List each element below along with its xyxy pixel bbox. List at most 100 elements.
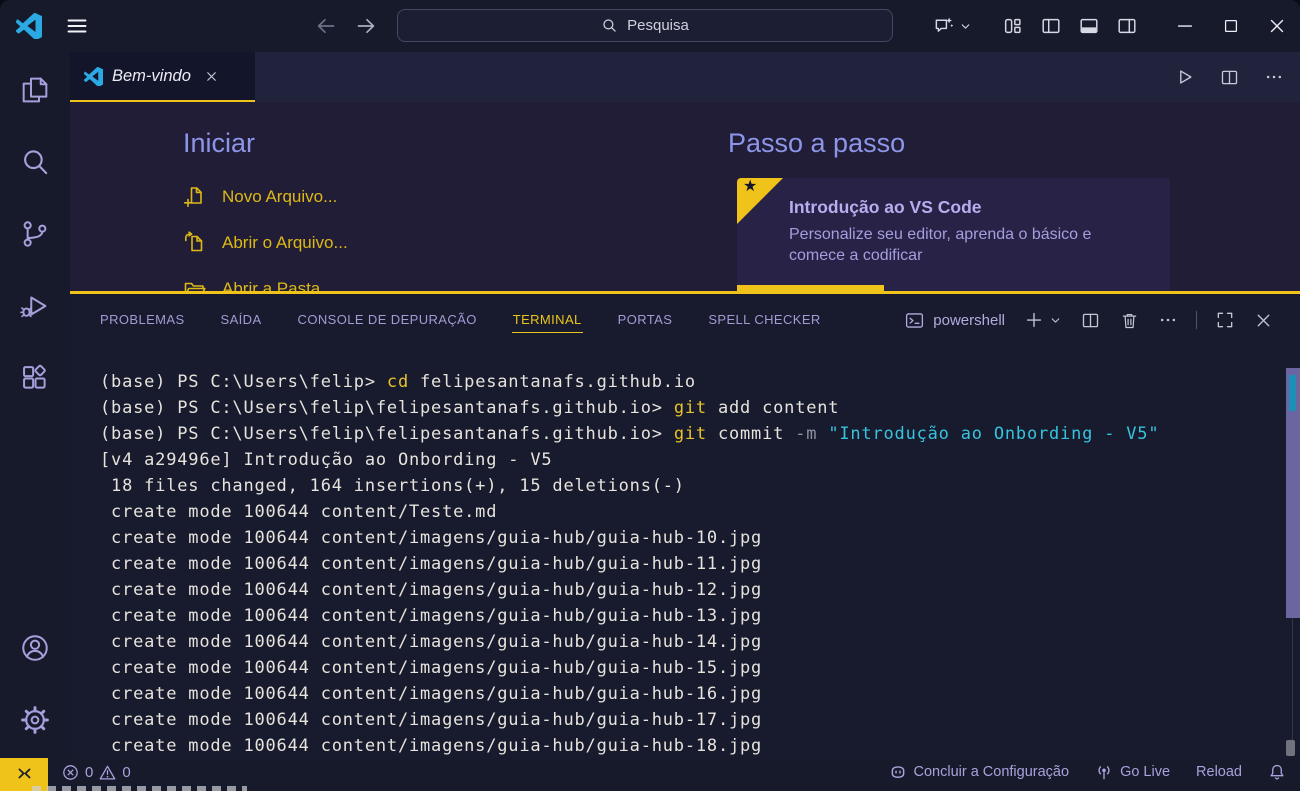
clipped-overflow-row (32, 786, 247, 791)
status-item-concluir-a-configura-o[interactable]: Concluir a Configuração (889, 763, 1070, 781)
editor-more-actions-button[interactable] (1264, 67, 1284, 87)
terminal-line: [v4 a29496e] Introdução ao Onbording - V… (70, 447, 1300, 473)
walkthrough-card[interactable]: Introdução ao VS Code Personalize seu ed… (737, 178, 1170, 291)
welcome-page: Iniciar Novo Arquivo... Abrir o Arquivo..… (70, 102, 1300, 291)
terminal-line: (base) PS C:\Users\felip> cd felipesanta… (70, 369, 1300, 395)
terminal-line: create mode 100644 content/imagens/guia-… (70, 603, 1300, 629)
title-bar: Pesquisa (0, 0, 1300, 52)
tab-close-icon[interactable] (204, 69, 219, 84)
menu-icon[interactable] (64, 14, 90, 38)
error-icon (62, 764, 79, 781)
terminal-line: create mode 100644 content/imagens/guia-… (70, 525, 1300, 551)
bottom-panel: PROBLEMAS SAÍDA CONSOLE DE DEPURAÇÃO TERMIN… (70, 294, 1300, 758)
extensions-icon[interactable] (19, 362, 51, 394)
new-terminal-button[interactable] (1023, 309, 1045, 331)
settings-gear-icon[interactable] (19, 704, 51, 736)
maximize-panel-button[interactable] (1215, 310, 1235, 330)
terminal-command-decoration-mark (1289, 375, 1296, 411)
start-link-label: Abrir o Arquivo... (222, 233, 348, 253)
scrollbar-end-thumb[interactable] (1286, 740, 1295, 756)
terminal-line: create mode 100644 content/imagens/guia-… (70, 629, 1300, 655)
status-item-go-live[interactable]: Go Live (1095, 763, 1170, 781)
status-item-notifications[interactable] (1268, 763, 1286, 781)
toggle-primary-sidebar-button[interactable] (1040, 15, 1062, 37)
activity-bar (0, 52, 70, 758)
status-item-label: Concluir a Configuração (914, 764, 1070, 780)
panel-tab-terminal[interactable]: TERMINAL (512, 307, 583, 333)
panel-tab-portas[interactable]: PORTAS (617, 307, 674, 333)
copilot-button[interactable] (933, 15, 972, 38)
terminal-line: (base) PS C:\Users\felip\felipesantanafs… (70, 395, 1300, 421)
vscode-logo-icon (84, 67, 103, 86)
broadcast-icon (1095, 763, 1113, 781)
search-view-icon[interactable] (19, 146, 51, 178)
tab-label: Bem-vindo (112, 67, 191, 86)
close-button[interactable] (1254, 0, 1300, 52)
problems-status[interactable]: 0 0 (62, 758, 131, 786)
start-link-novo-arquivo[interactable]: Novo Arquivo... (183, 174, 348, 220)
shell-label: powershell (933, 312, 1005, 329)
terminal-line: create mode 100644 content/imagens/guia-… (70, 681, 1300, 707)
open-folder-icon (183, 277, 207, 291)
run-button[interactable] (1173, 66, 1195, 88)
terminal-icon (904, 310, 925, 331)
explorer-icon[interactable] (19, 74, 51, 106)
panel-tab-problemas[interactable]: PROBLEMAS (99, 307, 186, 333)
terminal-output[interactable]: (base) PS C:\Users\felip> cd felipesanta… (70, 346, 1300, 758)
terminal-line: (base) PS C:\Users\felip\felipesantanafs… (70, 421, 1300, 447)
bell-icon (1268, 763, 1286, 781)
close-panel-button[interactable] (1253, 310, 1274, 331)
terminal-shell-indicator[interactable]: powershell (904, 310, 1005, 331)
terminal-line: create mode 100644 content/imagens/guia-… (70, 577, 1300, 603)
tab-bem-vindo[interactable]: Bem-vindo (70, 52, 255, 102)
terminal-line: create mode 100644 content/imagens/guia-… (70, 655, 1300, 681)
status-right-items: Concluir a Configuração Go Live Reload (889, 758, 1300, 786)
search-placeholder: Pesquisa (627, 17, 689, 34)
error-count: 0 (85, 764, 93, 781)
account-icon[interactable] (19, 632, 51, 664)
maximize-button[interactable] (1208, 0, 1254, 52)
search-icon (601, 17, 618, 34)
chevron-down-icon (959, 20, 972, 33)
toggle-secondary-sidebar-button[interactable] (1116, 15, 1138, 37)
status-item-reload[interactable]: Reload (1196, 764, 1242, 780)
panel-tab-spell-checker[interactable]: SPELL CHECKER (707, 307, 821, 333)
start-links: Novo Arquivo... Abrir o Arquivo... Abrir a… (183, 174, 348, 291)
new-file-icon (183, 185, 207, 209)
minimize-button[interactable] (1162, 0, 1208, 52)
warning-count: 0 (122, 764, 130, 781)
start-link-abrir-o-arquivo[interactable]: Abrir o Arquivo... (183, 220, 348, 266)
open-file-icon (183, 231, 207, 255)
vscode-logo-icon (16, 13, 42, 39)
star-icon: ★ (743, 179, 757, 195)
setup-icon (889, 763, 907, 781)
panel-tab-console-de-depura-o[interactable]: CONSOLE DE DEPURAÇÃO (297, 307, 478, 333)
terminal-line: 18 files changed, 164 insertions(+), 15 … (70, 473, 1300, 499)
terminal-line: create mode 100644 content/imagens/guia-… (70, 707, 1300, 733)
vscode-window: Pesquisa (0, 0, 1300, 791)
source-control-icon[interactable] (19, 218, 51, 250)
walkthrough-card-description: Personalize seu editor, aprenda o básico… (789, 224, 1144, 266)
forward-button[interactable] (354, 14, 378, 38)
back-button[interactable] (314, 14, 338, 38)
split-editor-button[interactable] (1219, 67, 1240, 88)
terminal-line: create mode 100644 content/imagens/guia-… (70, 551, 1300, 577)
panel-more-actions-button[interactable] (1158, 310, 1178, 330)
launch-profile-chevron-icon[interactable] (1049, 314, 1062, 327)
status-item-label: Go Live (1120, 764, 1170, 780)
kill-terminal-button[interactable] (1119, 310, 1140, 331)
search-input[interactable]: Pesquisa (397, 9, 893, 42)
panel-tabs: PROBLEMAS SAÍDA CONSOLE DE DEPURAÇÃO TERMIN… (99, 307, 856, 333)
run-debug-icon[interactable] (19, 290, 51, 322)
customize-layout-button[interactable] (1002, 15, 1024, 37)
panel-tab-sa-da[interactable]: SAÍDA (220, 307, 263, 333)
start-link-label: Novo Arquivo... (222, 187, 337, 207)
warning-icon (99, 764, 116, 781)
controls-divider (1196, 311, 1197, 329)
terminal-line: create mode 100644 content/Teste.md (70, 499, 1300, 525)
toggle-panel-button[interactable] (1078, 15, 1100, 37)
editor-tab-bar: Bem-vindo (70, 52, 1300, 102)
start-link-abrir-a-pasta[interactable]: Abrir a Pasta... (183, 266, 348, 291)
split-terminal-button[interactable] (1080, 310, 1101, 331)
start-heading: Iniciar (183, 128, 255, 159)
